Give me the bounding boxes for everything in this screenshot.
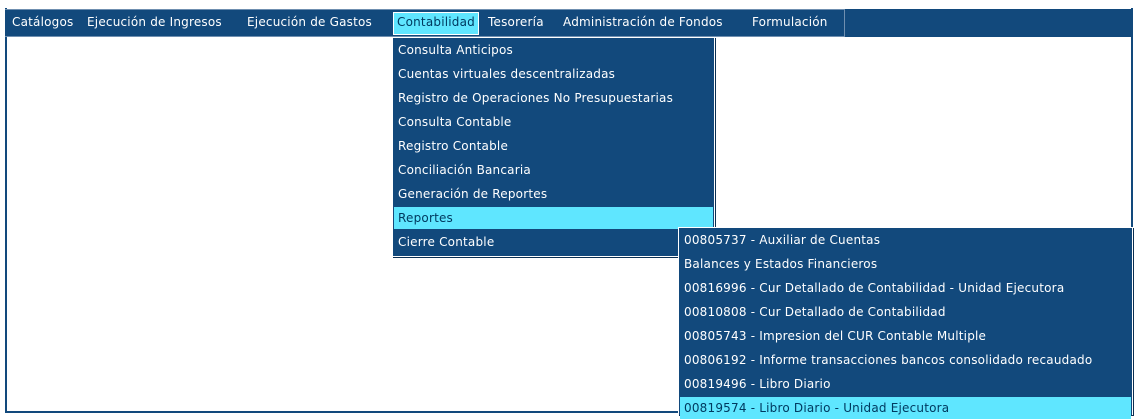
menu-item-consulta-anticipos[interactable]: Consulta Anticipos	[394, 39, 713, 61]
submenu-item-informe-transacciones[interactable]: 00806192 - Informe transacciones bancos …	[680, 349, 1131, 371]
menu-item-conciliacion-bancaria[interactable]: Conciliación Bancaria	[394, 159, 713, 181]
submenu-item-libro-diario[interactable]: 00819496 - Libro Diario	[680, 373, 1131, 395]
contabilidad-dropdown: Consulta Anticipos Cuentas virtuales des…	[392, 37, 715, 257]
submenu-item-cur-detallado-unidad[interactable]: 00816996 - Cur Detallado de Contabilidad…	[680, 277, 1131, 299]
submenu-item-libro-diario-unidad[interactable]: 00819574 - Libro Diario - Unidad Ejecuto…	[680, 397, 1131, 419]
menu-bar: Catálogos Ejecución de Ingresos Ejecució…	[5, 9, 1133, 37]
submenu-item-impresion-cur[interactable]: 00805743 - Impresion del CUR Contable Mu…	[680, 325, 1131, 347]
submenu-item-balances[interactable]: Balances y Estados Financieros	[680, 253, 1131, 275]
menu-contabilidad[interactable]: Contabilidad	[393, 12, 479, 35]
menu-item-consulta-contable[interactable]: Consulta Contable	[394, 111, 713, 133]
menu-item-reportes[interactable]: Reportes	[394, 207, 713, 229]
menu-administracion-fondos[interactable]: Administración de Fondos	[560, 12, 726, 33]
menu-item-generacion-reportes[interactable]: Generación de Reportes	[394, 183, 713, 205]
menu-ejecucion-ingresos[interactable]: Ejecución de Ingresos	[84, 12, 225, 33]
menu-tesoreria[interactable]: Tesorería	[485, 12, 547, 33]
menu-catalogos[interactable]: Catálogos	[9, 12, 76, 33]
menu-item-registro-operaciones[interactable]: Registro de Operaciones No Presupuestari…	[394, 87, 713, 109]
reportes-submenu: 00805737 - Auxiliar de Cuentas Balances …	[678, 227, 1133, 419]
menu-ejecucion-gastos[interactable]: Ejecución de Gastos	[244, 12, 375, 33]
menu-item-cuentas-virtuales[interactable]: Cuentas virtuales descentralizadas	[394, 63, 713, 85]
submenu-item-cur-detallado[interactable]: 00810808 - Cur Detallado de Contabilidad	[680, 301, 1131, 323]
menu-item-registro-contable[interactable]: Registro Contable	[394, 135, 713, 157]
submenu-item-auxiliar-cuentas[interactable]: 00805737 - Auxiliar de Cuentas	[680, 229, 1131, 251]
menu-formulacion[interactable]: Formulación	[749, 12, 831, 33]
menu-item-cierre-contable[interactable]: Cierre Contable	[394, 231, 713, 253]
